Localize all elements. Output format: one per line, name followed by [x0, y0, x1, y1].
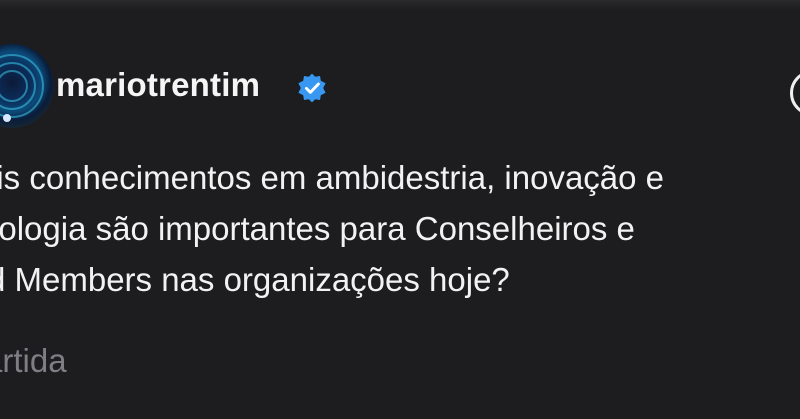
top-edge-shadow: [0, 0, 800, 10]
avatar[interactable]: [0, 44, 54, 128]
post-meta-label: artida: [0, 342, 67, 379]
post-card: mariotrentim ais conhecimentos em ambide…: [0, 0, 800, 419]
post-text: ais conhecimentos em ambidestria, inovaç…: [0, 152, 800, 305]
post-text-line: nologia são importantes para Conselheiro…: [0, 210, 635, 247]
verified-badge-icon: [298, 73, 326, 103]
username[interactable]: mariotrentim: [56, 66, 260, 104]
avatar-dot: [3, 114, 11, 122]
post-text-line: ais conhecimentos em ambidestria, inovaç…: [0, 159, 665, 196]
more-options-button[interactable]: [790, 70, 800, 116]
post-text-line: rd Members nas organizações hoje?: [0, 261, 510, 298]
